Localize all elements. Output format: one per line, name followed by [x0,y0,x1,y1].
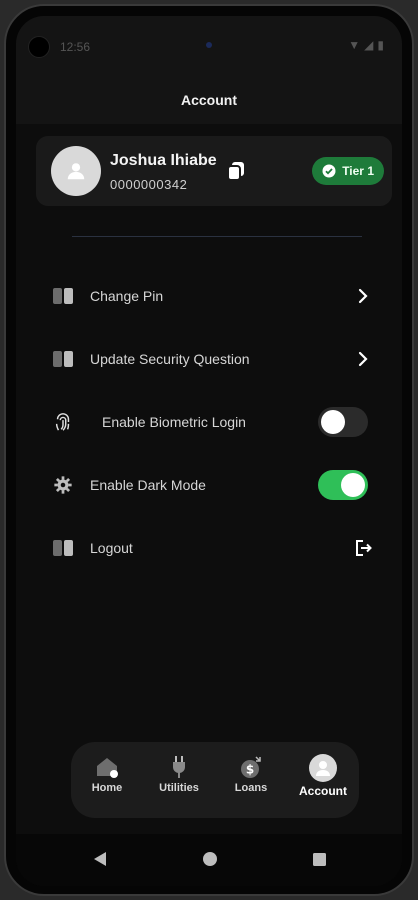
menu-item-logout[interactable]: Logout [16,523,402,573]
nav-label: Home [91,782,123,794]
status-time: 12:56 [60,40,91,54]
gear-icon [54,476,72,494]
system-nav-bar [16,834,402,886]
nav-item-home[interactable]: Home [75,754,139,808]
money-bag-icon: $ [241,756,261,778]
shield-icon [53,351,73,367]
chevron-right-icon [358,351,368,367]
nav-label: Utilities [159,782,199,794]
logout-icon [356,540,372,556]
tier-badge: Tier 1 [312,157,384,185]
status-icons: ▼◢▮ [348,38,388,52]
copy-icon[interactable] [226,160,246,182]
app-header: Account [16,62,402,124]
front-camera-icon [206,42,212,48]
nav-item-account[interactable]: Account [291,754,355,808]
nav-label: Loans [234,782,268,794]
menu-item-change-pin[interactable]: Change Pin [16,271,402,321]
toggle-knob [321,410,345,434]
biometric-login-toggle[interactable] [318,407,368,437]
nav-item-loans[interactable]: $ Loans [219,754,283,808]
nav-label: Account [299,784,347,798]
bottom-nav: Home Utilities $ Loans Account [71,742,359,818]
dark-mode-toggle[interactable] [318,470,368,500]
home-button-icon[interactable] [202,851,218,867]
divider [72,236,362,237]
user-name: Joshua Ihiabe [110,152,217,169]
svg-text:$: $ [246,763,254,777]
home-icon [97,758,118,778]
back-icon[interactable] [92,850,108,868]
tier-label: Tier 1 [342,164,374,178]
nav-item-utilities[interactable]: Utilities [147,754,211,808]
toggle-knob [341,473,365,497]
menu-item-biometric-login: Enable Biometric Login [16,397,402,447]
fingerprint-icon [55,413,70,431]
shield-icon [53,288,73,304]
menu-item-update-security-question[interactable]: Update Security Question [16,334,402,384]
camera-cutout [28,36,50,58]
user-icon [67,163,85,180]
menu-item-label: Update Security Question [90,351,250,367]
menu-item-label: Enable Biometric Login [102,414,246,430]
status-bar: 12:56 ▼◢▮ [16,16,402,62]
recents-icon[interactable] [312,852,327,867]
chevron-right-icon [358,288,368,304]
shield-icon [53,540,73,556]
profile-card: Joshua Ihiabe 0000000342 Tier 1 [36,136,392,206]
user-avatar-icon [309,754,337,782]
menu-item-label: Enable Dark Mode [90,477,206,493]
menu-item-label: Change Pin [90,288,164,304]
check-circle-icon [322,164,336,178]
page-title: Account [181,92,237,108]
app-screen: 12:56 ▼◢▮ Account Joshua Ihiabe 00000003… [16,16,402,886]
menu-item-dark-mode: Enable Dark Mode [16,460,402,510]
phone-frame: 12:56 ▼◢▮ Account Joshua Ihiabe 00000003… [4,4,414,896]
avatar[interactable] [51,146,101,196]
account-number: 0000000342 [110,177,188,192]
plug-icon [173,756,185,778]
menu-item-label: Logout [90,540,133,556]
